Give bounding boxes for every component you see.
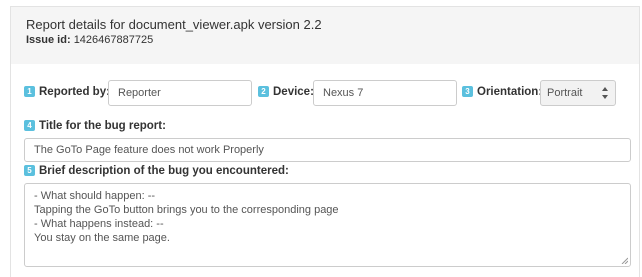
report-header: Report details for document_viewer.apk v… <box>10 6 640 64</box>
device-label-text: Device: <box>273 86 314 98</box>
resize-grip-icon[interactable] <box>621 257 628 264</box>
bug-title-label: 4 Title for the bug report: <box>24 120 166 132</box>
issue-id: Issue id: 1426467887725 <box>26 34 153 46</box>
device-input[interactable]: Nexus 7 <box>313 80 457 106</box>
badge-5: 5 <box>24 165 35 177</box>
description-label: 5 Brief description of the bug you encoun… <box>24 165 289 177</box>
issue-id-label: Issue id: <box>26 34 71 46</box>
description-line: You stay on the same page. <box>34 232 170 244</box>
badge-3: 3 <box>462 86 473 98</box>
reporter-input[interactable]: Reporter <box>108 80 252 106</box>
up-down-arrows-icon <box>602 87 608 99</box>
issue-id-value: 1426467887725 <box>73 34 154 46</box>
description-label-text: Brief description of the bug you encount… <box>39 165 289 177</box>
orientation-label: 3 Orientation: <box>462 86 542 98</box>
report-title: Report details for document_viewer.apk v… <box>26 17 322 32</box>
reporter-label-text: Reported by: <box>39 86 110 98</box>
badge-2: 2 <box>258 86 269 98</box>
orientation-select-value: Portrait <box>547 87 583 99</box>
description-line: - What should happen: -- <box>34 190 156 202</box>
badge-1: 1 <box>24 86 35 98</box>
description-textarea[interactable]: - What should happen: -- Tapping the GoT… <box>24 183 631 267</box>
bug-title-label-text: Title for the bug report: <box>39 120 166 132</box>
description-line: Tapping the GoTo button brings you to th… <box>34 204 339 216</box>
device-label: 2 Device: <box>258 86 314 98</box>
bug-title-input[interactable]: The GoTo Page feature does not work Prop… <box>24 138 631 162</box>
orientation-select[interactable]: Portrait <box>540 80 616 106</box>
description-line: - What happens instead: -- <box>34 218 164 230</box>
orientation-label-text: Orientation: <box>477 86 543 98</box>
reporter-label: 1 Reported by: <box>24 86 110 98</box>
badge-4: 4 <box>24 120 35 132</box>
